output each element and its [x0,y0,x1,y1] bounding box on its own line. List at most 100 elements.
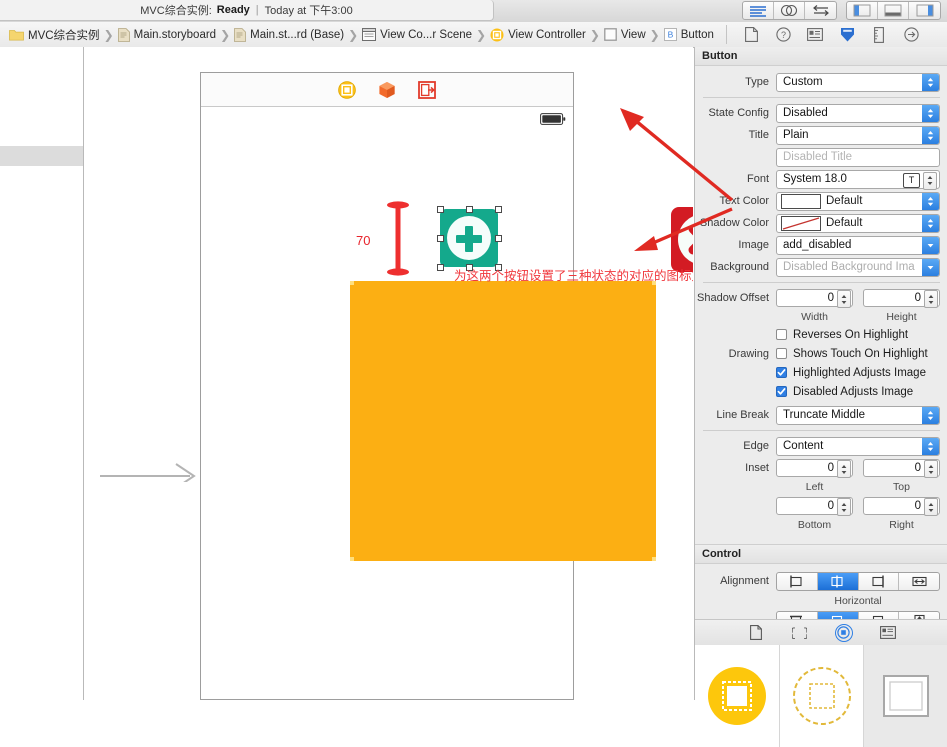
interface-builder-canvas[interactable]: 70 为这两个按钮设置了三种状态的对应的图标文件 [84,47,693,700]
align-right-icon[interactable] [859,572,900,590]
navigator-selected-row[interactable] [0,146,83,166]
checkbox-box[interactable] [776,348,787,359]
font-field[interactable]: System 18.0 T [776,169,940,190]
quick-help-icon[interactable]: ? [775,27,791,43]
chevron-down-icon[interactable] [922,236,939,254]
row-inset-top: Inset 0 0 [695,457,947,479]
checkbox-box[interactable] [776,386,787,397]
font-size-stepper[interactable] [923,171,937,190]
first-responder-icon[interactable] [378,81,396,99]
sublabel-top: Top [893,481,910,493]
image-view[interactable] [350,281,656,561]
editor-mode-segmented[interactable] [742,1,837,20]
object-library-icon[interactable] [834,623,853,642]
object-library-grid[interactable] [695,645,947,747]
title-text-field[interactable]: Disabled Title [776,147,940,167]
file-inspector-icon[interactable] [743,27,759,43]
corner-marker [652,557,656,561]
shadow-offset-width-stepper[interactable] [837,290,851,308]
checkbox-reverses-on-highlight[interactable]: Reverses On Highlight [776,326,940,344]
edge-popup-button[interactable]: Content [776,436,940,456]
selection-handle[interactable] [494,205,502,213]
view-toggle-segmented[interactable] [846,1,941,20]
selection-handle[interactable] [436,263,444,271]
background-combo-box[interactable]: Disabled Background Ima [776,257,940,277]
inset-bottom-stepper[interactable] [837,498,851,516]
selection-handle[interactable] [494,234,502,242]
size-inspector-icon[interactable] [871,26,887,43]
checkbox-shows-touch-on-highlight[interactable]: Shows Touch On Highlight [776,345,940,363]
row-text-color: Text Color Default [695,190,947,212]
breadcrumb-item-storyboard-base[interactable]: Main.st...rd (Base) [231,22,347,47]
device-view[interactable]: 70 [200,72,693,700]
chevron-updown-icon[interactable] [922,126,939,144]
title-style-popup-button[interactable]: Plain [776,125,940,145]
attributes-inspector[interactable]: Button Type Custom State Config Disabled… [694,47,947,747]
checkbox-disabled-adjusts-image[interactable]: Disabled Adjusts Image [776,383,940,401]
file-template-library-icon[interactable] [747,624,765,642]
text-color-popup-button[interactable]: Default [776,191,940,211]
image-combo-box[interactable]: add_disabled [776,235,940,255]
align-center-icon[interactable] [817,572,859,590]
library-item-view[interactable] [864,645,947,747]
align-fill-horizontal-icon[interactable] [899,573,939,590]
chevron-updown-icon[interactable] [922,406,939,424]
sublabel-height: Height [886,311,917,323]
type-popup-button[interactable]: Custom [776,72,940,92]
jump-bar-divider [726,25,727,44]
assistant-editor-icon[interactable] [774,2,805,19]
chevron-updown-icon[interactable] [922,73,939,91]
breadcrumb-item-view-controller[interactable]: View Controller [487,22,589,47]
navigator-area[interactable] [0,47,84,700]
breadcrumb-item-storyboard[interactable]: Main.storyboard [115,22,219,47]
breadcrumb-item-view[interactable]: View [601,22,649,47]
media-library-icon[interactable] [879,624,897,642]
shadow-offset-height-stepper[interactable] [924,290,938,308]
inset-top-stepper[interactable] [924,460,938,478]
library-item-storyboard-reference[interactable] [780,645,865,747]
chevron-updown-icon[interactable] [922,104,939,122]
selection-handle[interactable] [436,205,444,213]
horizontal-alignment-segmented[interactable] [776,571,940,591]
delete-button[interactable] [671,207,693,272]
control-text-color: Default [776,191,940,211]
debug-area-toggle-icon[interactable] [878,2,909,19]
utilities-toggle-icon[interactable] [909,2,940,19]
identity-inspector-icon[interactable] [807,27,823,43]
checkbox-box[interactable] [776,367,787,378]
code-snippet-library-icon[interactable]: { } [791,624,809,642]
add-button[interactable] [440,209,498,267]
view-controller-icon[interactable] [338,80,356,99]
xcode-window: MVC综合实例: Ready | Today at 下午3:00 MVC综合实例… [0,0,947,747]
connections-inspector-icon[interactable] [903,27,919,43]
shadow-color-popup-button[interactable]: Default [776,213,940,233]
selection-handle[interactable] [436,234,444,242]
text-color-swatch[interactable] [781,193,821,209]
chevron-down-icon[interactable] [922,258,939,276]
align-left-icon[interactable] [777,572,818,590]
font-picker-icon[interactable]: T [903,172,920,188]
breadcrumb-chevron: ❯ [103,27,114,42]
line-break-popup-button[interactable]: Truncate Middle [776,405,940,425]
breadcrumb-item-scene[interactable]: View Co...r Scene [359,22,475,47]
navigator-toggle-icon[interactable] [847,2,878,19]
chevron-updown-icon[interactable] [922,437,939,455]
type-value: Custom [783,76,823,88]
control-alignment-horizontal [776,571,940,591]
standard-editor-icon[interactable] [743,2,774,19]
library-item-view-controller[interactable] [695,645,780,747]
selection-handle[interactable] [465,205,473,213]
exit-icon[interactable] [418,80,436,99]
breadcrumb-item-project[interactable]: MVC综合实例 [6,22,103,47]
inset-right-stepper[interactable] [924,498,938,516]
attributes-inspector-icon[interactable] [839,27,855,43]
chevron-updown-icon[interactable] [922,214,939,232]
breadcrumb-item-button[interactable]: B Button [661,22,717,47]
chevron-updown-icon[interactable] [922,192,939,210]
checkbox-box[interactable] [776,329,787,340]
inset-left-stepper[interactable] [837,460,851,478]
checkbox-highlighted-adjusts-image[interactable]: Highlighted Adjusts Image [776,364,940,382]
shadow-color-swatch[interactable] [781,215,821,231]
state-config-popup-button[interactable]: Disabled [776,103,940,123]
version-editor-icon[interactable] [805,2,836,19]
